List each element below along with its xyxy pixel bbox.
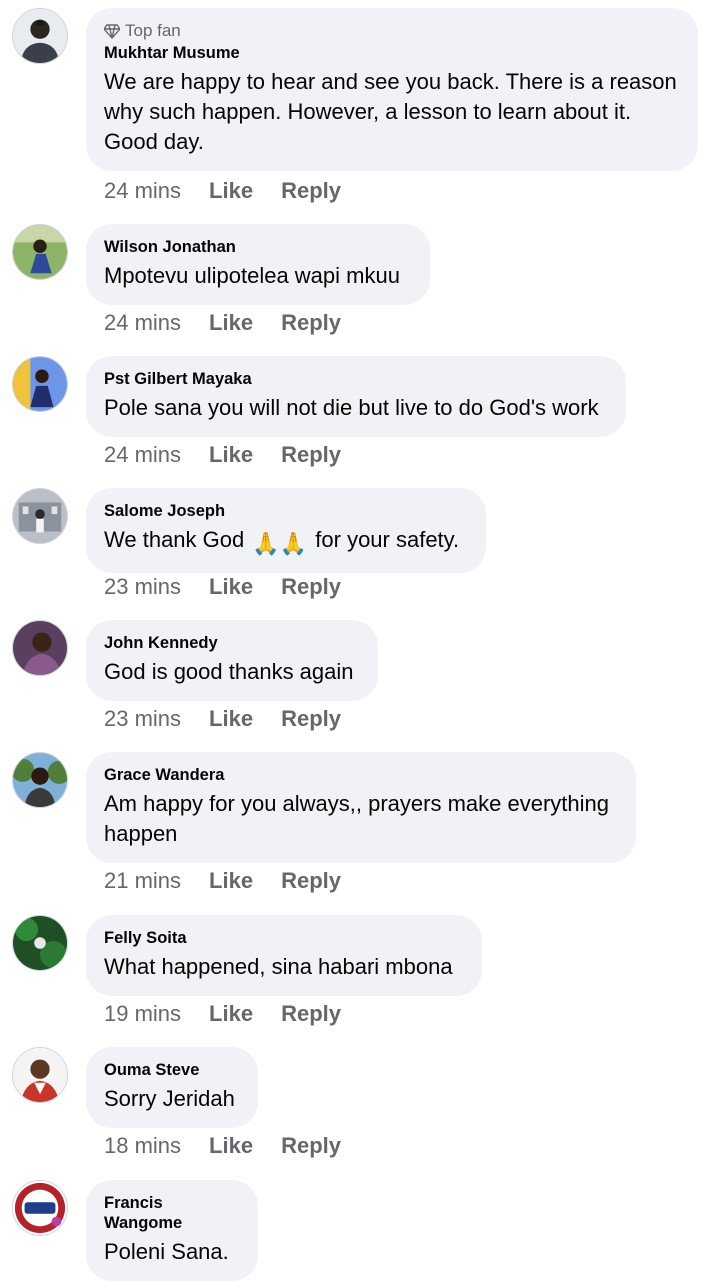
comment-text: We thank God 🙏🙏 for your safety. [104, 525, 466, 559]
like-button[interactable]: Like [209, 442, 253, 468]
comment-text: Am happy for you always,, prayers make e… [104, 791, 610, 846]
comment-time[interactable]: 21 mins [104, 868, 181, 894]
avatar[interactable] [12, 620, 68, 676]
comment-bubble: John Kennedy God is good thanks again [86, 620, 378, 701]
like-button[interactable]: Like [209, 574, 253, 600]
comment-bubble: Felly Soita What happened, sina habari m… [86, 915, 482, 996]
comment-text: Sorry Jeridah [104, 1086, 235, 1111]
comment-actions: 19 mins Like Reply [104, 1001, 341, 1027]
comment-actions: 23 mins Like Reply [104, 706, 341, 732]
avatar[interactable] [12, 1047, 68, 1103]
comment-bubble: Salome Joseph We thank God 🙏🙏 for your s… [86, 488, 486, 573]
comment-actions: 23 mins Like Reply [104, 574, 341, 600]
top-fan-badge: Top fan [104, 21, 678, 41]
commenter-name[interactable]: Felly Soita [104, 928, 462, 948]
avatar[interactable] [12, 8, 68, 64]
comment-text: We are happy to hear and see you back. T… [104, 69, 677, 154]
like-button[interactable]: Like [209, 310, 253, 336]
reply-button[interactable]: Reply [281, 868, 341, 894]
like-button[interactable]: Like [209, 1001, 253, 1027]
comment-time[interactable]: 24 mins [104, 178, 181, 204]
reply-button[interactable]: Reply [281, 1133, 341, 1159]
commenter-name[interactable]: Mukhtar Musume [104, 43, 678, 63]
like-button[interactable]: Like [209, 706, 253, 732]
portrait-trees-photo-icon [13, 753, 67, 807]
reply-button[interactable]: Reply [281, 706, 341, 732]
comment-bubble: Ouma Steve Sorry Jeridah [86, 1047, 258, 1128]
comment-bubble: Grace Wandera Am happy for you always,, … [86, 752, 636, 863]
commenter-name[interactable]: Francis Wangome [104, 1193, 238, 1233]
comment-bubble: Wilson Jonathan Mpotevu ulipotelea wapi … [86, 224, 430, 305]
diamond-icon [104, 24, 120, 39]
comment-time[interactable]: 23 mins [104, 574, 181, 600]
commenter-name[interactable]: Pst Gilbert Mayaka [104, 369, 606, 389]
commenter-name[interactable]: Ouma Steve [104, 1060, 238, 1080]
comment-time[interactable]: 23 mins [104, 706, 181, 732]
comment-text-part: We thank God [104, 527, 245, 552]
green-foliage-photo-icon [13, 916, 67, 970]
comment-text: Mpotevu ulipotelea wapi mkuu [104, 263, 400, 288]
reply-button[interactable]: Reply [281, 442, 341, 468]
comment-time[interactable]: 24 mins [104, 310, 181, 336]
avatar[interactable] [12, 915, 68, 971]
commenter-name[interactable]: Grace Wandera [104, 765, 616, 785]
comment-actions: 18 mins Like Reply [104, 1133, 341, 1159]
avatar[interactable] [12, 224, 68, 280]
comment-feed: Top fan Mukhtar Musume We are happy to h… [0, 0, 720, 1281]
comment-time[interactable]: 24 mins [104, 442, 181, 468]
reply-button[interactable]: Reply [281, 1001, 341, 1027]
comment-time[interactable]: 18 mins [104, 1133, 181, 1159]
like-button[interactable]: Like [209, 178, 253, 204]
comment-actions: 24 mins Like Reply [104, 178, 341, 204]
stage-blue-photo-icon [13, 357, 67, 411]
comment-bubble: Top fan Mukhtar Musume We are happy to h… [86, 8, 698, 171]
kurunzi-insha-logo-icon [13, 1181, 67, 1235]
reply-button[interactable]: Reply [281, 574, 341, 600]
comment-actions: 24 mins Like Reply [104, 442, 341, 468]
avatar[interactable] [12, 356, 68, 412]
comment-time[interactable]: 19 mins [104, 1001, 181, 1027]
comment-text: What happened, sina habari mbona [104, 954, 453, 979]
avatar[interactable] [12, 752, 68, 808]
comment-actions: 21 mins Like Reply [104, 868, 341, 894]
comment-text: Pole sana you will not die but live to d… [104, 395, 599, 420]
comment-bubble: Pst Gilbert Mayaka Pole sana you will no… [86, 356, 626, 437]
portrait-purple-photo-icon [13, 621, 67, 675]
commenter-name[interactable]: Salome Joseph [104, 501, 466, 521]
like-button[interactable]: Like [209, 868, 253, 894]
comment-text-part: for your safety. [315, 527, 460, 552]
person-dark-photo-icon [13, 9, 67, 63]
reply-button[interactable]: Reply [281, 178, 341, 204]
badge-label: Top fan [125, 21, 181, 40]
comment-actions: 24 mins Like Reply [104, 310, 341, 336]
like-button[interactable]: Like [209, 1133, 253, 1159]
comment-text: God is good thanks again [104, 659, 354, 684]
comment-text: Poleni Sana. [104, 1239, 229, 1264]
outdoor-green-photo-icon [13, 225, 67, 279]
commenter-name[interactable]: John Kennedy [104, 633, 358, 653]
folded-hands-icon: 🙏🙏 [252, 531, 308, 556]
avatar[interactable] [12, 1180, 68, 1236]
avatar[interactable] [12, 488, 68, 544]
reply-button[interactable]: Reply [281, 310, 341, 336]
portrait-red-photo-icon [13, 1048, 67, 1102]
commenter-name[interactable]: Wilson Jonathan [104, 237, 410, 257]
comment-bubble: Francis Wangome Poleni Sana. [86, 1180, 258, 1281]
building-gray-photo-icon [13, 489, 67, 543]
